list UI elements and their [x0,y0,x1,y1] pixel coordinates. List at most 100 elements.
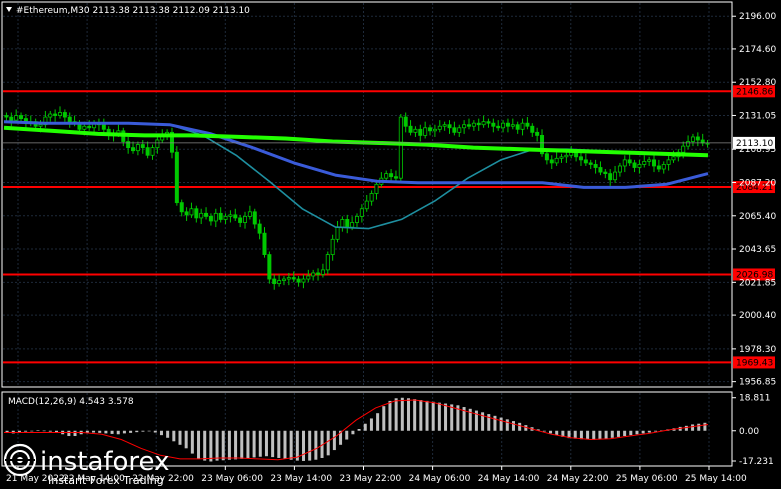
candle-body [301,278,306,283]
macd-histogram-bar [703,422,707,431]
macd-histogram-bar [197,430,201,459]
macd-histogram-bar [431,401,435,431]
y-tick-label: 2065.40 [739,212,776,222]
macd-histogram-bar [314,430,318,460]
macd-histogram-bar [104,430,108,434]
candle-body [447,124,452,129]
candle-body [277,280,282,285]
x-tick-label: 23 May 22:00 [340,474,402,484]
candle-body [213,212,218,222]
candle-body [510,124,515,127]
x-tick-label: 23 May 06:00 [201,474,263,484]
candle-body [588,162,593,165]
macd-histogram-bar [697,423,701,431]
y-tick-label: 2152.80 [739,78,776,88]
candle-body [218,212,223,220]
candle-body [525,122,530,127]
y-tick-label: 2021.85 [739,278,776,288]
macd-histogram-bar [406,398,410,431]
macd-histogram-bar [351,430,355,435]
candle-body [520,122,525,130]
candle-body [340,219,345,228]
macd-histogram-bar [289,430,293,460]
candle-body [252,211,257,225]
macd-histogram-bar [209,430,213,462]
candle-body [471,122,476,127]
candle-body [199,212,204,219]
macd-histogram-bar [227,430,231,460]
candle-body [359,208,364,217]
macd-histogram-bar [450,404,454,431]
candle-body [491,122,496,127]
macd-histogram-bar [234,430,238,460]
price-level-label: 1969.43 [736,358,773,368]
candle-body [481,121,486,126]
macd-histogram-bar [437,402,441,431]
macd-histogram-bar [153,430,157,433]
candle-body [652,159,657,167]
macd-histogram-bar [641,430,645,434]
candle-body [320,269,325,275]
price-chart[interactable]: 2146.862084.212026.981969.43 2196.002174… [0,0,781,489]
candle-body [418,128,423,136]
candle-body [403,116,408,127]
candle-body [564,154,569,158]
macd-histogram-bar [382,406,386,431]
candle-body [627,159,632,164]
macd-histogram-bar [203,430,207,461]
macd-histogram-bar [579,430,583,440]
logo-tagline: Instant Forex Trading [48,474,164,487]
macd-histogram-bar [264,430,268,457]
macd-histogram-bar [240,430,244,459]
candle-body [62,112,67,118]
candle-body [281,278,286,281]
candle-body [608,173,613,181]
macd-histogram-bar [629,430,633,436]
macd-histogram-bar [116,430,120,435]
macd-histogram-bar [42,430,46,432]
candle-body [364,200,369,210]
candle-body [82,125,87,130]
candle-body [530,125,535,133]
macd-histogram-bar [573,430,577,439]
macd-histogram-bar [73,430,77,437]
macd-histogram-bar [221,430,225,461]
macd-label: MACD(12,26,9) 4.543 3.578 [8,397,134,407]
macd-y-tick-label: 0.00 [739,427,759,437]
macd-histogram-bar [159,430,163,436]
candle-body [515,124,520,130]
macd-histogram-bar [24,430,28,432]
x-tick-label: 23 May 14:00 [270,474,332,484]
candle-body [306,275,311,280]
x-tick-label: 24 May 22:00 [547,474,609,484]
candle-body [135,144,140,152]
macd-y-tick-label: 18.811 [739,394,771,404]
macd-histogram-bar [511,421,515,431]
y-tick-label: 2000.40 [739,311,776,321]
macd-histogram-bar [444,403,448,431]
macd-histogram-bar [647,430,651,433]
candle-body [369,193,374,202]
current-price-label: 2113.10 [736,139,773,149]
candle-body [501,122,506,129]
macd-histogram-bar [277,430,281,458]
candle-body [184,211,189,216]
macd-histogram-bar [332,430,336,451]
candle-body [656,165,661,170]
candle-body [57,112,62,116]
candle-body [671,156,676,161]
macd-histogram-bar [654,430,658,432]
candle-body [14,115,19,121]
logo-brand: instaforex [40,447,169,477]
candle-body [247,211,252,217]
y-tick-label: 1978.30 [739,345,776,355]
x-tick-label: 25 May 06:00 [616,474,678,484]
candle-body [666,159,671,165]
candle-body [223,215,228,220]
candle-body [4,115,9,118]
macd-histogram-bar [419,400,423,431]
candle-body [413,128,418,133]
candle-body [228,214,233,217]
candle-body [457,127,462,133]
candle-body [296,278,301,283]
